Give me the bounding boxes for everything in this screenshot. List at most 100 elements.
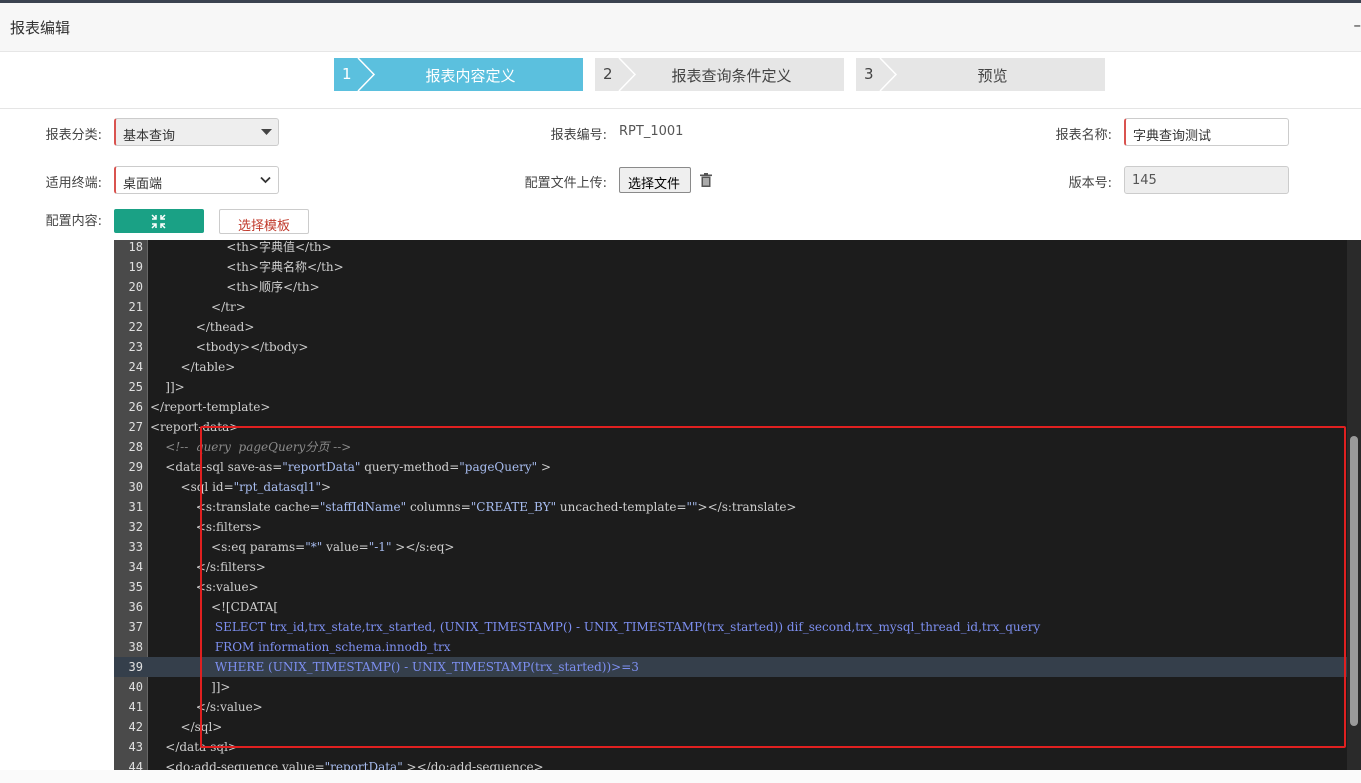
code-token: "reportData"	[282, 460, 361, 474]
line-number: 21	[128, 300, 143, 314]
window-menu-icon[interactable]: –	[1354, 16, 1361, 34]
code-token: ]]>	[165, 380, 185, 394]
code-line[interactable]: 25 ]]>	[114, 377, 1361, 397]
code-line[interactable]: 43 </data-sql>	[114, 737, 1361, 757]
code-line[interactable]: 39 WHERE (UNIX_TIMESTAMP() - UNIX_TIMEST…	[114, 657, 1361, 677]
code-token: </th>	[282, 280, 320, 294]
code-token: <s:translate cache=	[195, 500, 320, 514]
code-token: 顺序	[258, 280, 283, 294]
code-line[interactable]: 20 <th>顺序</th>	[114, 277, 1361, 297]
content-label: 配置内容:	[45, 214, 102, 229]
name-input[interactable]: 字典查询测试	[1124, 118, 1289, 146]
code-token: query-method=	[360, 460, 460, 474]
code-line[interactable]: 38 FROM information_schema.innodb_trx	[114, 637, 1361, 657]
code-line[interactable]: 26 </report-template>	[114, 397, 1361, 417]
choose-file-button[interactable]: 选择文件	[619, 167, 691, 193]
code-line[interactable]: 29 <data-sql save-as="reportData" query-…	[114, 457, 1361, 477]
code-text: FROM information_schema.innodb_trx	[150, 637, 451, 657]
code-line[interactable]: 23 <tbody></tbody>	[114, 337, 1361, 357]
code-line[interactable]: 18 <th>字典值</th>	[114, 240, 1361, 257]
step-query-conditions[interactable]: 2 报表查询条件定义	[595, 58, 844, 91]
code-line[interactable]: 27 <report-data>	[114, 417, 1361, 437]
compress-icon	[151, 214, 166, 229]
code-text: <!-- query pageQuery分页 -->	[150, 437, 351, 457]
terminal-select[interactable]: 桌面端	[114, 166, 279, 194]
line-number: 44	[128, 760, 143, 770]
version-input: 145	[1124, 166, 1289, 194]
code-text: <do:add-sequence value="reportData" ></d…	[150, 757, 543, 770]
code-line[interactable]: 40 ]]>	[114, 677, 1361, 697]
code-token: 字典值	[258, 240, 295, 254]
line-number: 28	[128, 440, 143, 454]
code-editor[interactable]: 18 <th>字典值</th> 19 <th>字典名称</th> 20 <th>顺序…	[114, 240, 1361, 770]
code-line[interactable]: 31 <s:translate cache="staffIdName" colu…	[114, 497, 1361, 517]
code-line[interactable]: 21 </tr>	[114, 297, 1361, 317]
code-text: <s:translate cache="staffIdName" columns…	[150, 497, 797, 517]
line-number: 38	[128, 640, 143, 654]
code-token: </s:filters>	[195, 560, 266, 574]
code-line[interactable]: 42 </sql>	[114, 717, 1361, 737]
code-token: </th>	[294, 240, 332, 254]
step-label: 报表内容定义	[425, 67, 516, 85]
line-number: 40	[128, 680, 143, 694]
scrollbar-thumb[interactable]	[1350, 436, 1358, 726]
code-token: </th>	[306, 260, 344, 274]
line-number: 43	[128, 740, 143, 754]
code-line[interactable]: 35 <s:value>	[114, 577, 1361, 597]
code-text: SELECT trx_id,trx_state,trx_started, (UN…	[150, 617, 1040, 637]
code-line[interactable]: 41 </s:value>	[114, 697, 1361, 717]
code-line[interactable]: 28 <!-- query pageQuery分页 -->	[114, 437, 1361, 457]
step-preview[interactable]: 3 预览	[856, 58, 1105, 91]
code-line[interactable]: 32 <s:filters>	[114, 517, 1361, 537]
code-line[interactable]: 22 </thead>	[114, 317, 1361, 337]
code-line[interactable]: 36 <![CDATA[	[114, 597, 1361, 617]
editor-scrollbar[interactable]	[1347, 240, 1361, 770]
code-text: <report-data>	[150, 417, 239, 437]
name-value: 字典查询测试	[1133, 129, 1212, 144]
code-line[interactable]: 37 SELECT trx_id,trx_state,trx_started, …	[114, 617, 1361, 637]
code-token: <report-data>	[150, 420, 240, 434]
choose-template-button[interactable]: 选择模板	[219, 209, 309, 234]
trash-icon[interactable]	[700, 173, 712, 187]
code-token: >	[321, 480, 332, 494]
code-token: <tbody></tbody>	[195, 340, 309, 354]
code-text: </s:filters>	[150, 557, 266, 577]
collapse-button[interactable]	[114, 209, 204, 233]
code-line[interactable]: 30 <sql id="rpt_datasql1">	[114, 477, 1361, 497]
category-select[interactable]: 基本查询	[114, 118, 279, 146]
code-line[interactable]: 24 </table>	[114, 357, 1361, 377]
line-number: 24	[128, 360, 143, 374]
code-token: </sql>	[180, 720, 223, 734]
code-line[interactable]: 19 <th>字典名称</th>	[114, 257, 1361, 277]
code-token: ></s:translate>	[697, 500, 797, 514]
code-line[interactable]: 34 </s:filters>	[114, 557, 1361, 577]
name-label: 报表名称:	[1055, 128, 1112, 143]
code-token: </thead>	[195, 320, 255, 334]
code-token: </report-template>	[150, 400, 271, 414]
code-token: "*"	[305, 540, 323, 554]
code-token: "-1"	[368, 540, 392, 554]
step-content-definition[interactable]: 1 报表内容定义	[334, 58, 583, 91]
code-token: <![CDATA[	[211, 600, 279, 614]
code-line[interactable]: 33 <s:eq params="*" value="-1" ></s:eq>	[114, 537, 1361, 557]
code-text: <data-sql save-as="reportData" query-met…	[150, 457, 551, 477]
choose-file-label: 选择文件	[628, 177, 681, 192]
code-line[interactable]: 44 <do:add-sequence value="reportData" >…	[114, 757, 1361, 770]
code-text: ]]>	[150, 377, 185, 397]
code-token: columns=	[406, 500, 471, 514]
code-token: <th>	[226, 240, 259, 254]
line-number: 19	[128, 260, 143, 274]
